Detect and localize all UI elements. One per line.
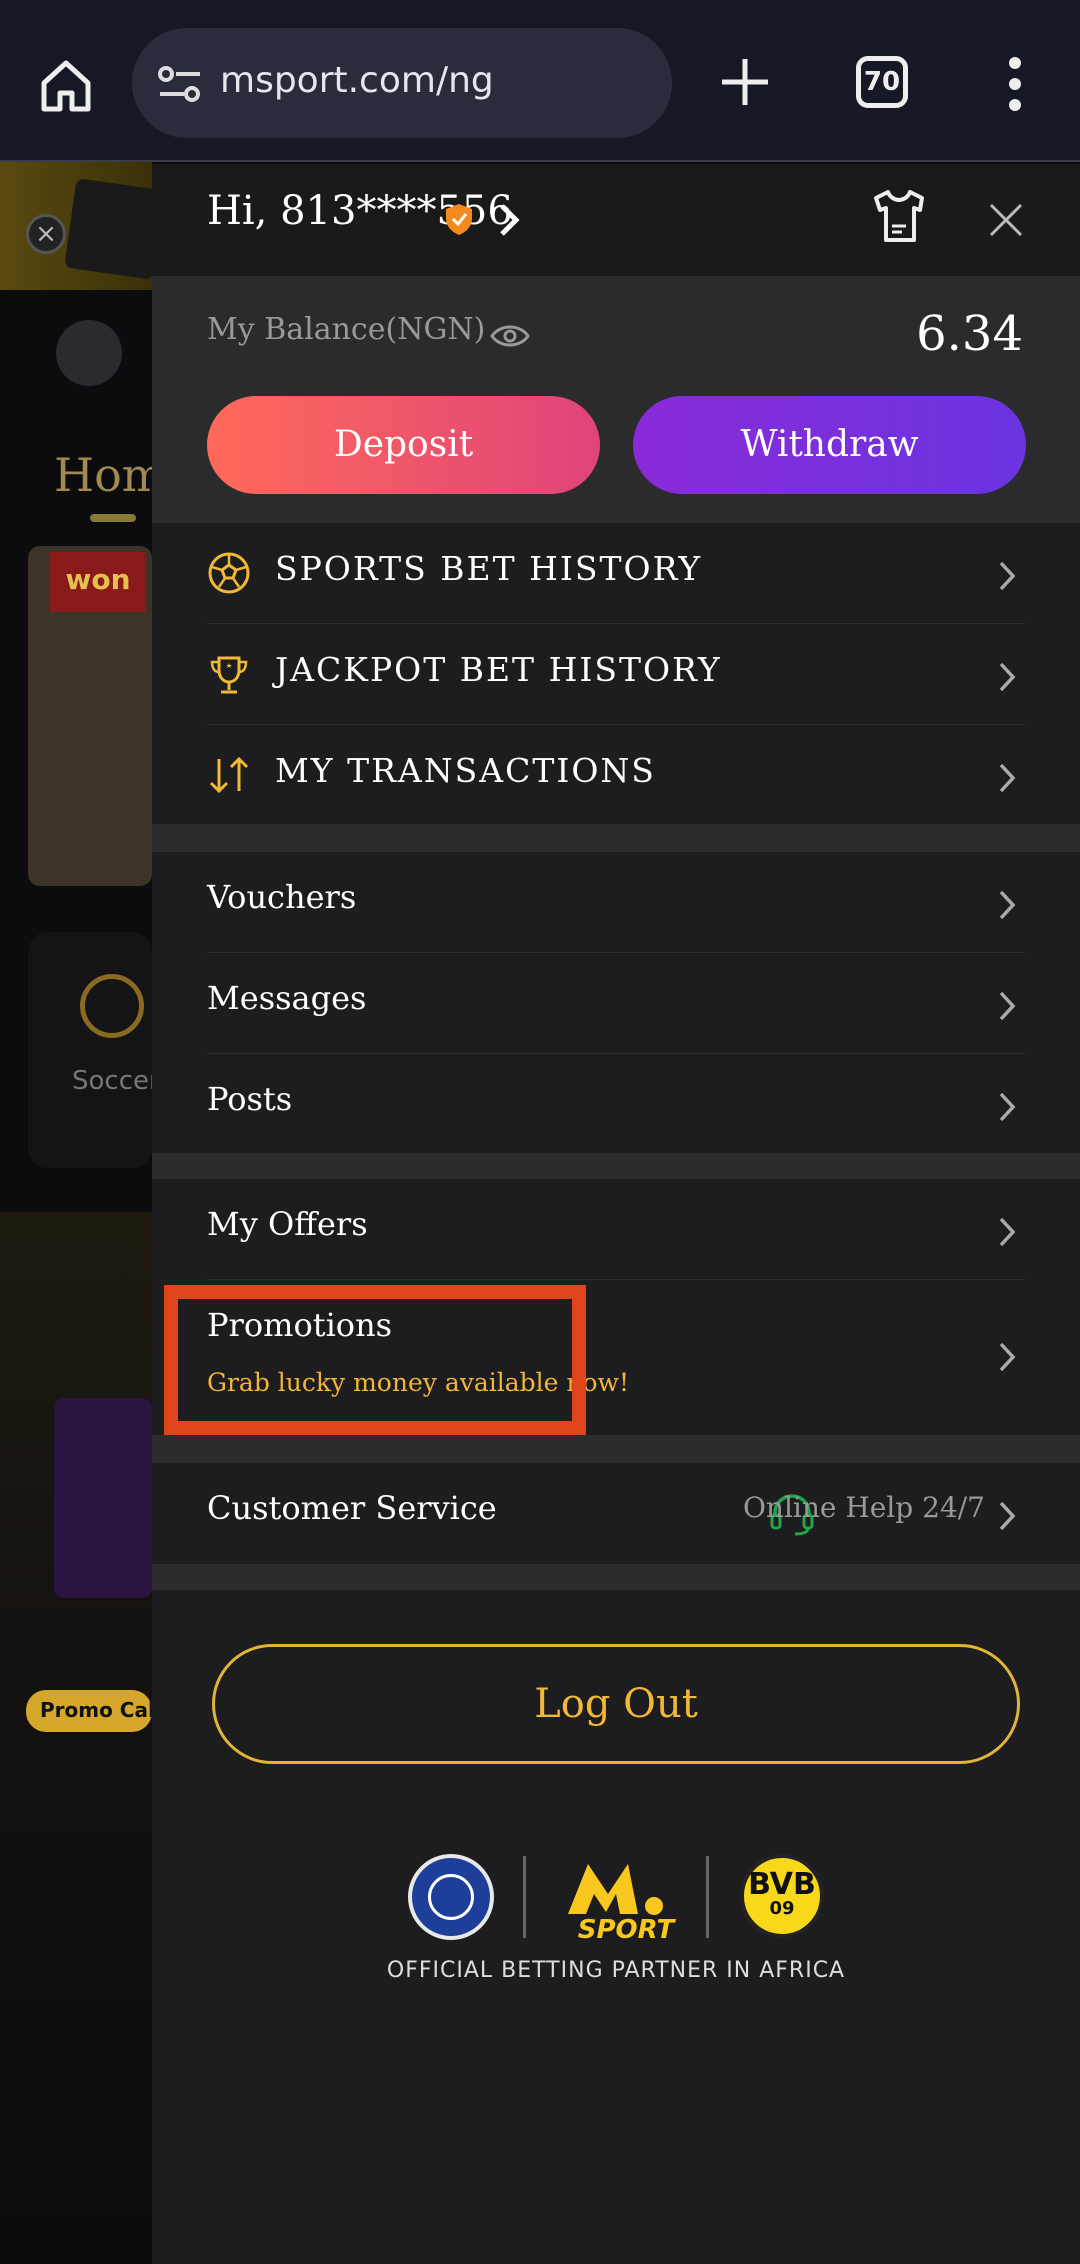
menu-item-label: Posts [207, 1080, 293, 1118]
menu-item-vouchers[interactable]: Vouchers [207, 852, 1025, 953]
logo-divider [523, 1856, 526, 1938]
bvb-logo: BVB 09 [740, 1854, 824, 1938]
menu-item-my-offers[interactable]: My Offers [207, 1179, 1025, 1280]
menu-item-jackpot-bet-history[interactable]: JACKPOT BET HISTORY [207, 624, 1025, 725]
logout-button[interactable]: Log Out [212, 1644, 1020, 1764]
chevron-right-icon [999, 991, 1016, 1021]
withdraw-button[interactable]: Withdraw [633, 396, 1026, 494]
close-icon[interactable] [988, 202, 1024, 238]
verified-shield-icon [446, 204, 472, 235]
balance-label: My Balance(NGN) [207, 312, 486, 347]
home-icon[interactable] [36, 55, 96, 115]
online-help-label: Online Help 24/7 [742, 1491, 985, 1524]
soccer-ball-icon [208, 552, 250, 594]
partner-logos: SPORT BVB 09 OFFICIAL BETTING PARTNER IN… [152, 1844, 1080, 2004]
deposit-button[interactable]: Deposit [207, 396, 600, 494]
new-tab-icon[interactable] [718, 55, 772, 109]
section-divider [152, 824, 1080, 852]
chevron-right-icon [999, 1501, 1016, 1531]
account-drawer: Hi, 813****556 My Balance(NGN) 6.34 Depo… [152, 164, 1080, 2264]
address-bar[interactable]: msport.com/ng [132, 28, 672, 138]
close-banner-icon[interactable]: × [26, 214, 66, 254]
chevron-right-icon [999, 763, 1016, 793]
chelsea-crest [428, 1874, 474, 1920]
won-badge: won [50, 552, 146, 612]
soccer-label: Soccer [72, 1066, 152, 1096]
drawer-header: Hi, 813****556 [152, 164, 1080, 276]
history-menu: SPORTS BET HISTORY JACKPOT BET HISTORY M… [152, 523, 1080, 826]
menu-item-posts[interactable]: Posts [207, 1054, 1025, 1155]
chevron-right-icon [999, 1217, 1016, 1247]
background-section [0, 1212, 152, 2262]
tab-switcher-button[interactable]: 70 [856, 56, 908, 108]
logo-divider [706, 1856, 709, 1938]
menu-item-label: SPORTS BET HISTORY [275, 549, 703, 588]
menu-item-customer-service[interactable]: Customer Service Online Help 24/7 [207, 1463, 1025, 1564]
chevron-right-icon [999, 1092, 1016, 1122]
sport-category-card [28, 932, 152, 1168]
msport-logo: SPORT [568, 1864, 677, 1942]
bvb-logo-text: BVB [748, 1867, 816, 1902]
msport-wordmark: SPORT [578, 1915, 677, 1942]
section-divider [152, 1564, 1080, 1590]
promo-image [54, 1398, 152, 1598]
tab-indicator [90, 514, 136, 522]
chevron-right-icon [999, 561, 1016, 591]
menu-item-label: My Offers [207, 1205, 368, 1243]
chevron-right-icon [999, 1342, 1016, 1372]
chevron-right-icon [999, 890, 1016, 920]
customer-service-section: Customer Service Online Help 24/7 [152, 1463, 1080, 1564]
trophy-icon [210, 656, 248, 694]
search-icon [56, 320, 122, 386]
transfer-arrows-icon [209, 756, 249, 794]
menu-item-label: Vouchers [207, 878, 357, 916]
url-text: msport.com/ng [220, 60, 494, 101]
browser-toolbar: msport.com/ng 70 [0, 0, 1080, 162]
chevron-right-icon [999, 662, 1016, 692]
account-menu: Vouchers Messages Posts [152, 852, 1080, 1155]
background-page: × Hom won Soccer Promo Cal [0, 162, 152, 2264]
chelsea-logo [408, 1854, 494, 1940]
soccer-ball-icon [80, 974, 144, 1038]
highlight-box [164, 1285, 586, 1435]
home-tab: Hom [54, 448, 152, 502]
menu-item-my-transactions[interactable]: MY TRANSACTIONS [207, 725, 1025, 826]
more-menu-icon[interactable] [1000, 56, 1030, 112]
menu-item-messages[interactable]: Messages [207, 953, 1025, 1054]
section-divider [152, 1153, 1080, 1179]
site-settings-icon[interactable] [156, 64, 206, 104]
balance-panel: My Balance(NGN) 6.34 Deposit Withdraw [152, 276, 1080, 523]
menu-item-label: Customer Service [207, 1489, 497, 1527]
menu-item-label: MY TRANSACTIONS [275, 751, 656, 790]
bvb-logo-year: 09 [769, 1898, 795, 1919]
promo-calendar-label: Promo Cal [26, 1690, 152, 1732]
eye-icon[interactable] [490, 322, 530, 350]
section-divider [152, 1435, 1080, 1463]
menu-item-sports-bet-history[interactable]: SPORTS BET HISTORY [207, 523, 1025, 624]
menu-item-label: Messages [207, 979, 367, 1017]
menu-item-label: JACKPOT BET HISTORY [275, 650, 722, 689]
jersey-icon[interactable] [872, 188, 926, 244]
balance-value: 6.34 [916, 306, 1023, 362]
partner-caption: OFFICIAL BETTING PARTNER IN AFRICA [386, 1958, 846, 1983]
app-logo [64, 178, 152, 280]
chevron-right-icon[interactable] [497, 202, 521, 238]
